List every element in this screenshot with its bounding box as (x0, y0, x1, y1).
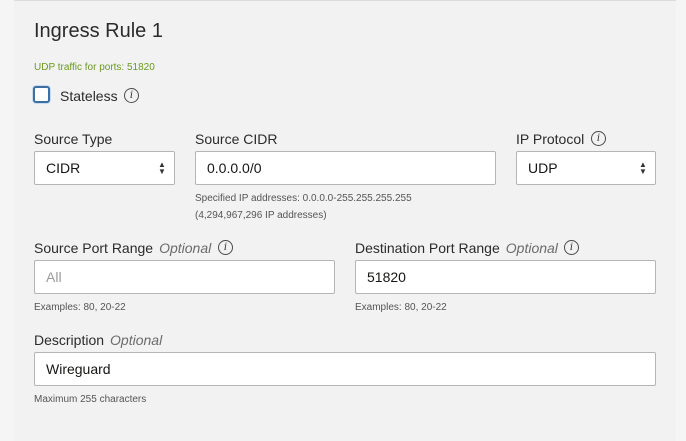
optional-tag: Optional (505, 240, 558, 256)
description-value: Wireguard (46, 361, 111, 377)
stateless-checkbox[interactable] (33, 86, 50, 103)
info-icon[interactable]: i (591, 131, 606, 146)
description-label-text: Description (34, 332, 105, 348)
dest-port-input[interactable]: 51820 (355, 260, 656, 294)
dest-port-value: 51820 (367, 269, 406, 285)
source-port-label: Source Port Range Optional (34, 240, 211, 256)
source-cidr-input[interactable]: 0.0.0.0/0 (195, 151, 496, 185)
source-cidr-value: 0.0.0.0/0 (207, 160, 262, 176)
source-type-label: Source Type (34, 131, 113, 147)
info-icon[interactable]: i (564, 240, 579, 255)
info-icon[interactable]: i (124, 88, 139, 103)
stateless-label: Stateless (60, 88, 118, 104)
source-cidr-help-range: Specified IP addresses: 0.0.0.0-255.255.… (195, 193, 412, 204)
source-port-label-text: Source Port Range (34, 240, 154, 256)
info-icon[interactable]: i (218, 240, 233, 255)
source-port-help: Examples: 80, 20-22 (34, 302, 126, 313)
optional-tag: Optional (110, 332, 163, 348)
optional-tag: Optional (159, 240, 212, 256)
source-cidr-help: Specified IP addresses: 0.0.0.0-255.255.… (195, 190, 412, 224)
dest-port-label-text: Destination Port Range (355, 240, 500, 256)
rule-title: Ingress Rule 1 (34, 20, 163, 42)
ip-protocol-label: IP Protocol (516, 131, 585, 147)
chevron-up-down-icon: ▲ ▼ (639, 160, 647, 176)
dest-port-help: Examples: 80, 20-22 (355, 302, 447, 313)
source-type-select[interactable]: CIDR ▲ ▼ (34, 151, 175, 185)
source-port-input[interactable]: All (34, 260, 335, 294)
source-cidr-label: Source CIDR (195, 131, 278, 147)
description-label: Description Optional (34, 332, 162, 348)
chevron-up-down-icon: ▲ ▼ (158, 160, 166, 176)
source-port-placeholder: All (46, 269, 62, 285)
ip-protocol-select[interactable]: UDP ▲ ▼ (516, 151, 656, 185)
rule-summary: UDP traffic for ports: 51820 (34, 62, 155, 73)
description-help: Maximum 255 characters (34, 394, 147, 405)
source-type-value: CIDR (46, 160, 81, 176)
description-input[interactable]: Wireguard (34, 352, 656, 386)
ip-protocol-value: UDP (528, 160, 558, 176)
source-cidr-help-count: (4,294,967,296 IP addresses) (195, 210, 327, 221)
dest-port-label: Destination Port Range Optional (355, 240, 558, 256)
